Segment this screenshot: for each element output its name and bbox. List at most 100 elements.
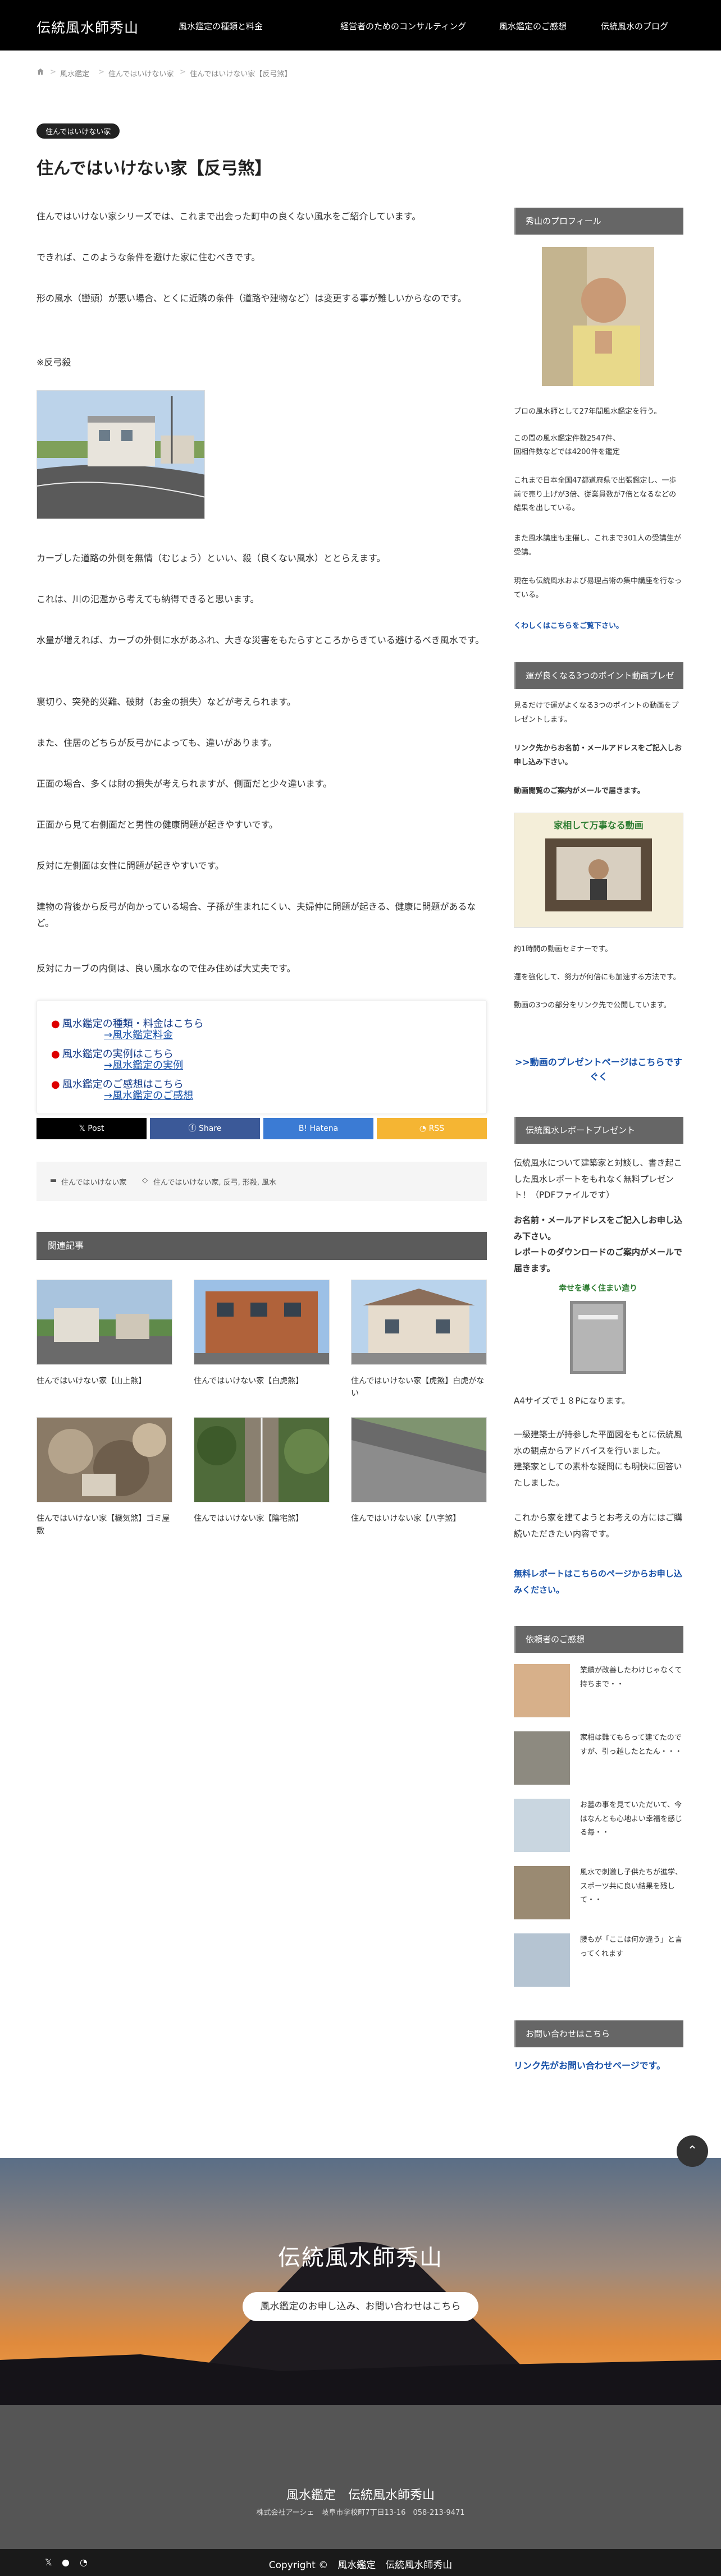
nav-item-reviews[interactable]: 風水鑑定のご感想 xyxy=(499,20,567,32)
paragraph: ※反弓殺 xyxy=(36,357,71,368)
breadcrumb-separator: > xyxy=(180,68,186,76)
chevron-up-icon: ⌃ xyxy=(687,2144,698,2158)
voice-title[interactable]: 腰もが「ここは何か違う」と言ってくれます xyxy=(580,1933,683,1961)
voice-thumbnail[interactable] xyxy=(514,1731,570,1785)
related-title[interactable]: 住んではいけない家【山上煞】 xyxy=(36,1375,172,1387)
related-title[interactable]: 住んではいけない家【穢気煞】ゴミ屋敷 xyxy=(36,1512,172,1538)
paragraph: 正面の場合、多くは財の損失が考えられますが、側面だと少々違います。 xyxy=(36,778,332,789)
footer-address: 株式会社アーシェ 岐阜市学校町7丁目13-16 058-213-9471 xyxy=(256,2509,465,2517)
copyright-bar: 𝕏 ● ◔ Copyright © 風水鑑定 伝統風水師秀山 xyxy=(0,2549,721,2576)
video-text: 運を強化して、努力が何倍にも加速する方法です。 xyxy=(514,973,681,982)
video-text: 見るだけで運がよくなる3つのポイントの動画をプレゼントします。 xyxy=(514,702,679,724)
report-text: A4サイズで１８Pになります。 xyxy=(514,1396,630,1406)
related-card[interactable]: 住んではいけない家【穢気煞】ゴミ屋敷 xyxy=(36,1417,172,1538)
facebook-icon: ⓕ xyxy=(188,1124,199,1133)
tag-icon: ◇ xyxy=(142,1176,148,1185)
contact-link[interactable]: リンク先がお問い合わせページです。 xyxy=(514,2057,683,2074)
related-card[interactable]: 住んではいけない家【陰宅煞】 xyxy=(194,1417,330,1525)
video-text: 動画閲覧のご案内がメールで届きます。 xyxy=(514,787,645,795)
scroll-top-button[interactable]: ⌃ xyxy=(677,2135,708,2167)
share-buttons: 𝕏 Post ⓕ Share B! Hatena ◔ RSS xyxy=(36,1118,487,1139)
related-thumbnail[interactable] xyxy=(36,1417,172,1502)
breadcrumb-current: 住んではいけない家【反弓煞】 xyxy=(190,70,292,79)
related-title[interactable]: 住んではいけない家【白虎煞】 xyxy=(194,1375,330,1387)
related-title[interactable]: 住んではいけない家【虎煞】白虎がない xyxy=(351,1375,487,1400)
video-text: 約1時間の動画セミナーです。 xyxy=(514,945,613,954)
link-examples[interactable]: ● 風水鑑定の実例はこちら →風水鑑定の実例 xyxy=(51,1049,183,1071)
related-title[interactable]: 住んではいけない家【八字煞】 xyxy=(351,1512,487,1525)
related-card[interactable]: 住んではいけない家【白虎煞】 xyxy=(194,1280,330,1387)
related-thumbnail[interactable] xyxy=(351,1280,487,1365)
related-heading: 関連記事 xyxy=(36,1232,487,1260)
profile-text: プロの風水師として27年間風水鑑定を行う。 xyxy=(514,407,661,416)
voice-title[interactable]: 風水で刺激し子供たちが進学、スポーツ共に良い結果を残して・・ xyxy=(580,1866,683,1908)
voice-title[interactable]: 家相は難てもらって建てたのですが、引っ越したとたん・・・ xyxy=(580,1731,683,1759)
meta-tags[interactable]: 住んではいけない家, 反弓, 形殺, 風水 xyxy=(153,1176,276,1187)
bullet-icon: ● xyxy=(51,1048,60,1060)
related-thumbnail[interactable] xyxy=(351,1417,487,1502)
link-pricing[interactable]: ● 風水鑑定の種類・料金はこちら →風水鑑定料金 xyxy=(51,1019,204,1041)
footer-hero-title: 伝統風水師秀山 xyxy=(278,2245,443,2271)
nav-item-pricing[interactable]: 風水鑑定の種類と料金 xyxy=(179,20,263,32)
breadcrumb-item[interactable]: 住んではいけない家 xyxy=(108,68,174,79)
contact-button[interactable]: 風水鑑定のお申し込み、お問い合わせはこちら xyxy=(243,2292,478,2321)
global-nav: 風水鑑定の種類と料金 経営者のためのコンサルティング 風水鑑定のご感想 伝統風水… xyxy=(0,20,721,31)
related-title[interactable]: 住んではいけない家【陰宅煞】 xyxy=(194,1512,330,1525)
share-facebook-button[interactable]: ⓕ Share xyxy=(150,1118,260,1139)
related-card[interactable]: 住んではいけない家【八字煞】 xyxy=(351,1417,487,1525)
meta-category[interactable]: 住んではいけない家 xyxy=(61,1176,126,1187)
folder-icon: ▬ xyxy=(50,1176,57,1185)
link-title: 風水鑑定の実例はこちら xyxy=(62,1048,174,1060)
nav-item-consulting[interactable]: 経営者のためのコンサルティング xyxy=(340,20,466,32)
share-hatena-button[interactable]: B! Hatena xyxy=(263,1118,373,1139)
share-rss-button[interactable]: ◔ RSS xyxy=(377,1118,487,1139)
link-title: 風水鑑定のご感想はこちら xyxy=(62,1079,184,1090)
report-text: 一級建築士が持参した平面図をもとに伝統風水の観点からアドバイスを行いました。 建… xyxy=(514,1429,682,1488)
share-x-button[interactable]: 𝕏 Post xyxy=(36,1118,147,1139)
link-reviews[interactable]: ● 風水鑑定のご感想はこちら →風水鑑定のご感想 xyxy=(51,1079,193,1102)
footer-site-name: 風水鑑定 伝統風水師秀山 xyxy=(286,2488,435,2502)
related-thumbnail[interactable] xyxy=(36,1280,172,1365)
related-thumbnail[interactable] xyxy=(194,1417,330,1502)
voice-thumbnail[interactable] xyxy=(514,1664,570,1717)
paragraph: 形の風水（巒頭）が悪い場合、とくに近隣の条件（道路や建物など）は変更する事が難し… xyxy=(36,293,467,304)
report-banner[interactable]: 幸せを導く住まい造り xyxy=(542,1282,654,1378)
related-thumbnail[interactable] xyxy=(194,1280,330,1365)
link-title: 風水鑑定の種類・料金はこちら xyxy=(62,1018,204,1030)
profile-text: これまで日本全国47都道府県で出張鑑定し、一歩前で売り上げが3倍、従業員数が7倍… xyxy=(514,476,677,513)
breadcrumb-separator: > xyxy=(98,68,104,76)
article-photo xyxy=(36,390,205,519)
breadcrumb-item[interactable]: 風水鑑定 xyxy=(60,68,89,79)
copyright-text: Copyright © 風水鑑定 伝統風水師秀山 xyxy=(268,2560,453,2571)
profile-link[interactable]: くわしくはこちらをご覧下さい。 xyxy=(514,620,683,634)
related-card[interactable]: 住んではいけない家【山上煞】 xyxy=(36,1280,172,1387)
voices-heading: 依頼者のご感想 xyxy=(514,1626,683,1653)
voice-thumbnail[interactable] xyxy=(514,1933,570,1987)
video-link[interactable]: >>動画のプレゼントページはこちらですぐく xyxy=(514,1055,683,1084)
related-card[interactable]: 住んではいけない家【虎煞】白虎がない xyxy=(351,1280,487,1400)
report-text: これから家を建てようとお考えの方にはご購読いただきたい内容です。 xyxy=(514,1512,683,1539)
nav-item-blog[interactable]: 伝統風水のブログ xyxy=(601,20,668,32)
video-banner[interactable]: 家相して万事なる動画 xyxy=(514,813,683,928)
voice-title[interactable]: お墓の事を見ていただいて、今はなんとも心地よい幸福を感じる毎・・ xyxy=(580,1799,683,1840)
profile-text: また風水講座も主催し、これまで301人の受講生が受講。 xyxy=(514,534,681,557)
voice-thumbnail[interactable] xyxy=(514,1799,570,1852)
profile-text: この間の風水鑑定件数2547件、 xyxy=(514,434,620,443)
link-sub[interactable]: →風水鑑定の実例 xyxy=(104,1060,183,1071)
link-sub[interactable]: →風水鑑定料金 xyxy=(104,1030,204,1041)
voice-thumbnail[interactable] xyxy=(514,1866,570,1919)
profile-text: 回相件数などでは4200件を鑑定 xyxy=(514,448,620,456)
paragraph: これは、川の氾濫から考えても納得できると思います。 xyxy=(36,594,259,604)
home-icon[interactable] xyxy=(36,68,44,77)
video-text: 動画の3つの部分をリンク先で公開しています。 xyxy=(514,1001,671,1010)
link-sub[interactable]: →風水鑑定のご感想 xyxy=(104,1090,193,1102)
report-text: お名前・メールアドレスをご記入しお申し込み下さい。 レポートのダウンロードのご案… xyxy=(514,1215,683,1273)
paragraph: カーブした道路の外側を無情（むじょう）といい、殺（良くない風水）ととらえます。 xyxy=(36,553,386,563)
page-title: 住んではいけない家【反弓煞】 xyxy=(36,159,272,178)
report-text: 伝統風水について建築家と対談し、書き起こした風水レポートをもれなく無料プレゼント… xyxy=(514,1158,682,1200)
video-text: リンク先からお名前・メールアドレスをご記入しお申し込み下さい。 xyxy=(514,744,682,767)
bullet-icon: ● xyxy=(51,1079,60,1090)
category-badge[interactable]: 住んではいけない家 xyxy=(36,123,120,139)
report-link[interactable]: 無料レポートはこちらのページからお申し込みください。 xyxy=(514,1566,683,1598)
voice-title[interactable]: 業績が改善したわけじゃなくて持ちまで・・ xyxy=(580,1664,683,1692)
